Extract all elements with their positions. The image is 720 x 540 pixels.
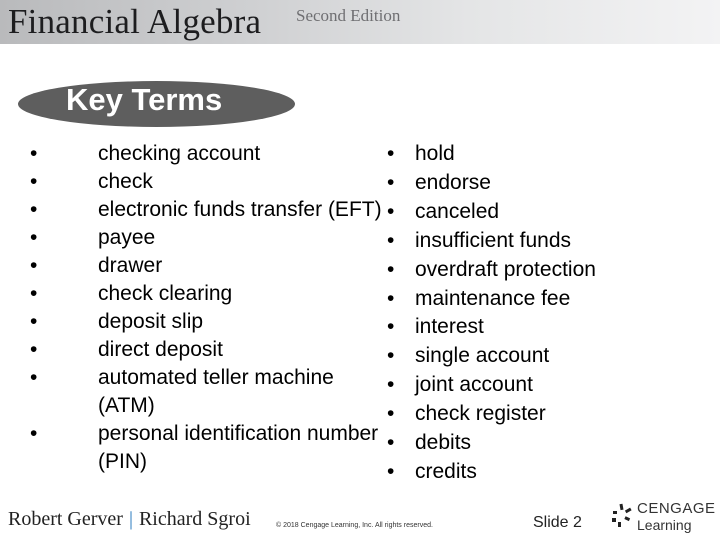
bullet-icon: • <box>387 459 395 483</box>
bullet-icon: • <box>387 373 395 397</box>
author-separator: | <box>128 508 133 530</box>
copyright-notice: © 2018 Cengage Learning, Inc. All rights… <box>276 522 433 529</box>
cengage-logo-icon <box>612 503 632 527</box>
bullet-icon: • <box>30 198 38 221</box>
list-item: • maintenance fee <box>387 285 715 314</box>
list-item: • personal identification number (PIN) <box>30 422 379 473</box>
bullet-icon: • <box>387 315 395 339</box>
bullet-icon: • <box>30 170 38 193</box>
bullet-icon: • <box>387 142 395 165</box>
edition-label: Second Edition <box>296 6 401 25</box>
list-item: • deposit slip <box>30 308 388 336</box>
footer-authors: Robert Gerver | Richard Sgroi <box>8 508 251 531</box>
section-heading: Key Terms <box>66 82 223 117</box>
list-item: • debits <box>387 429 715 458</box>
list-item: • payee <box>30 224 388 252</box>
bullet-icon: • <box>387 431 395 455</box>
bullet-icon: • <box>30 254 38 277</box>
terms-list-left: • checking account • check • electronic fun… <box>30 140 388 476</box>
list-item: • check clearing <box>30 280 388 308</box>
bullet-icon: • <box>387 199 395 223</box>
list-item: • joint account <box>387 371 715 400</box>
bullet-icon: • <box>30 310 38 333</box>
slide-number: Slide 2 <box>533 514 582 531</box>
book-title: Financial Algebra <box>8 2 262 41</box>
list-item: • automated teller machine (ATM) <box>30 366 334 417</box>
bullet-icon: • <box>387 170 395 194</box>
list-item: • canceled <box>387 198 715 227</box>
list-item: • direct deposit <box>30 336 388 364</box>
terms-list-right: • hold • endorse • canceled • insufficient f… <box>387 140 715 487</box>
bullet-icon: • <box>30 226 38 249</box>
bullet-icon: • <box>30 366 38 389</box>
logo-text-cengage: CENGAGE <box>637 500 716 517</box>
bullet-icon: • <box>387 228 395 252</box>
list-item: • check register <box>387 400 715 429</box>
bullet-icon: • <box>30 338 38 361</box>
list-item: • credits <box>387 458 715 487</box>
list-item: • insufficient funds <box>387 227 715 256</box>
list-item: • single account <box>387 342 715 371</box>
bullet-icon: • <box>387 344 395 368</box>
author-name: Richard Sgroi <box>138 508 251 530</box>
bullet-icon: • <box>387 257 395 281</box>
logo-text-learning: Learning <box>637 517 692 533</box>
bullet-icon: • <box>30 282 38 305</box>
header-banner: Financial Algebra Second Edition <box>0 0 720 44</box>
bullet-icon: • <box>387 402 395 426</box>
author-name: Robert Gerver <box>8 508 123 530</box>
list-item: • endorse <box>387 169 715 198</box>
list-item: • interest <box>387 313 715 342</box>
list-item: • overdraft protection <box>387 256 715 285</box>
list-item: • drawer <box>30 252 388 280</box>
bullet-icon: • <box>30 422 38 445</box>
bullet-icon: • <box>387 286 395 310</box>
list-item: • checking account <box>30 140 388 168</box>
list-item: • electronic funds transfer (EFT) <box>30 196 388 224</box>
bullet-icon: • <box>30 142 38 165</box>
list-item: • check <box>30 168 388 196</box>
list-item: • hold <box>387 140 715 169</box>
